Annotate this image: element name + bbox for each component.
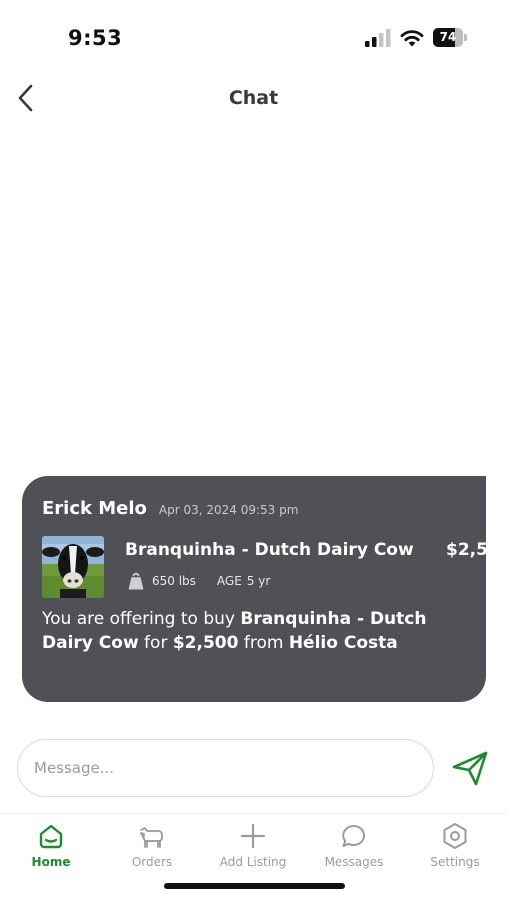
home-icon bbox=[39, 824, 63, 849]
tab-label-home: Home bbox=[31, 855, 71, 869]
tab-add-listing[interactable]: Add Listing bbox=[203, 822, 303, 878]
offer-text: You are offering to buy Branquinha - Dut… bbox=[42, 607, 462, 655]
cellular-signal-icon bbox=[365, 28, 391, 47]
offer-prefix: You are offering to buy bbox=[42, 609, 241, 629]
cow-icon bbox=[140, 827, 163, 848]
listing-age-label: AGE bbox=[216, 574, 242, 588]
offer-for-word: for bbox=[138, 633, 173, 653]
offer-message-bubble: Erick Melo Apr 03, 2024 09:53 pm Branqui… bbox=[22, 476, 486, 702]
status-icons: 74 bbox=[365, 28, 467, 47]
message-sender-row: Erick Melo Apr 03, 2024 09:53 pm bbox=[42, 498, 298, 519]
tab-orders[interactable]: Orders bbox=[102, 822, 202, 878]
listing-age-value: 5 yr bbox=[246, 574, 271, 588]
tab-home[interactable]: Home bbox=[1, 822, 101, 878]
listing-name[interactable]: Branquinha - Dutch Dairy Cow bbox=[125, 540, 414, 560]
battery-percent: 74 bbox=[439, 30, 457, 44]
battery-icon: 74 bbox=[433, 28, 467, 47]
wifi-icon bbox=[400, 29, 424, 46]
tab-label-add-listing: Add Listing bbox=[219, 855, 287, 869]
tab-label-messages: Messages bbox=[324, 855, 384, 869]
send-button[interactable] bbox=[450, 748, 490, 788]
offer-seller: Hélio Costa bbox=[288, 633, 398, 653]
chat-bubble-icon bbox=[342, 824, 366, 847]
status-time: 9:53 bbox=[68, 26, 123, 50]
send-icon bbox=[452, 751, 488, 786]
tab-label-settings: Settings bbox=[430, 855, 480, 869]
header: Chat bbox=[0, 76, 507, 122]
home-indicator bbox=[164, 883, 345, 889]
listing-weight: 650 lbs bbox=[152, 574, 196, 588]
plus-icon bbox=[240, 823, 266, 849]
sender-name: Erick Melo bbox=[42, 498, 147, 519]
message-timestamp: Apr 03, 2024 09:53 pm bbox=[158, 503, 299, 517]
page-title: Chat bbox=[228, 87, 279, 109]
tab-settings[interactable]: Settings bbox=[405, 822, 505, 878]
offer-from-word: from bbox=[238, 633, 289, 653]
cow-photo bbox=[42, 536, 104, 598]
weight-icon bbox=[128, 572, 144, 590]
tab-label-orders: Orders bbox=[131, 855, 173, 869]
listing-thumbnail[interactable] bbox=[42, 536, 104, 598]
listing-price: $2,500 bbox=[446, 540, 486, 560]
status-bar: 9:53 74 bbox=[0, 0, 507, 70]
message-input[interactable] bbox=[17, 739, 434, 797]
tab-messages[interactable]: Messages bbox=[304, 822, 404, 878]
listing-meta: 650 lbs AGE 5 yr bbox=[128, 572, 270, 590]
settings-hexagon-icon bbox=[443, 823, 467, 849]
offer-amount: $2,500 bbox=[172, 633, 239, 653]
